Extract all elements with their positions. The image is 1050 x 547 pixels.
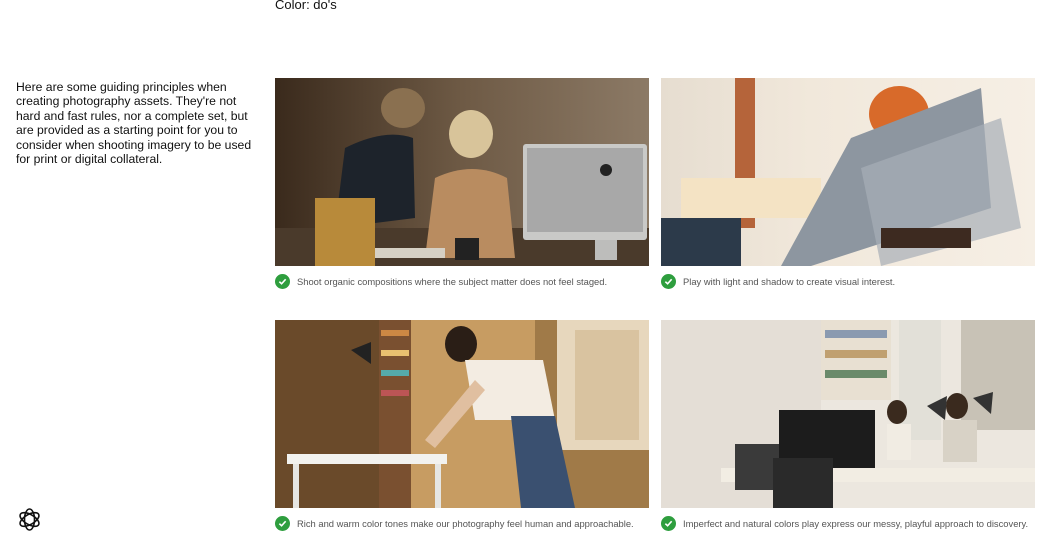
intro-paragraph: Here are some guiding principles when cr… bbox=[16, 80, 252, 167]
photo-card-organic: Shoot organic compositions where the sub… bbox=[275, 78, 649, 289]
check-circle-icon bbox=[661, 274, 676, 289]
openai-logo-icon[interactable] bbox=[16, 506, 43, 533]
caption-text: Shoot organic compositions where the sub… bbox=[297, 276, 608, 287]
check-circle-icon bbox=[661, 516, 676, 531]
office-collaboration-photo bbox=[275, 78, 649, 266]
photo-card-light-shadow: Play with light and shadow to create vis… bbox=[661, 78, 1035, 289]
photo-card-natural-colors: Imperfect and natural colors play expres… bbox=[661, 320, 1035, 531]
caption-row: Shoot organic compositions where the sub… bbox=[275, 274, 649, 289]
check-circle-icon bbox=[275, 274, 290, 289]
caption-text: Rich and warm color tones make our photo… bbox=[297, 518, 634, 529]
caption-text: Imperfect and natural colors play expres… bbox=[683, 518, 1029, 529]
woman-at-desk-photo bbox=[275, 320, 649, 508]
caption-row: Rich and warm color tones make our photo… bbox=[275, 516, 649, 531]
caption-row: Imperfect and natural colors play expres… bbox=[661, 516, 1035, 531]
caption-row: Play with light and shadow to create vis… bbox=[661, 274, 1035, 289]
caption-text: Play with light and shadow to create vis… bbox=[683, 276, 896, 287]
relaxing-man-photo bbox=[661, 78, 1035, 266]
office-team-photo bbox=[661, 320, 1035, 508]
check-circle-icon bbox=[275, 516, 290, 531]
photo-card-warm-tones: Rich and warm color tones make our photo… bbox=[275, 320, 649, 531]
section-title: Color: do's bbox=[275, 0, 337, 12]
